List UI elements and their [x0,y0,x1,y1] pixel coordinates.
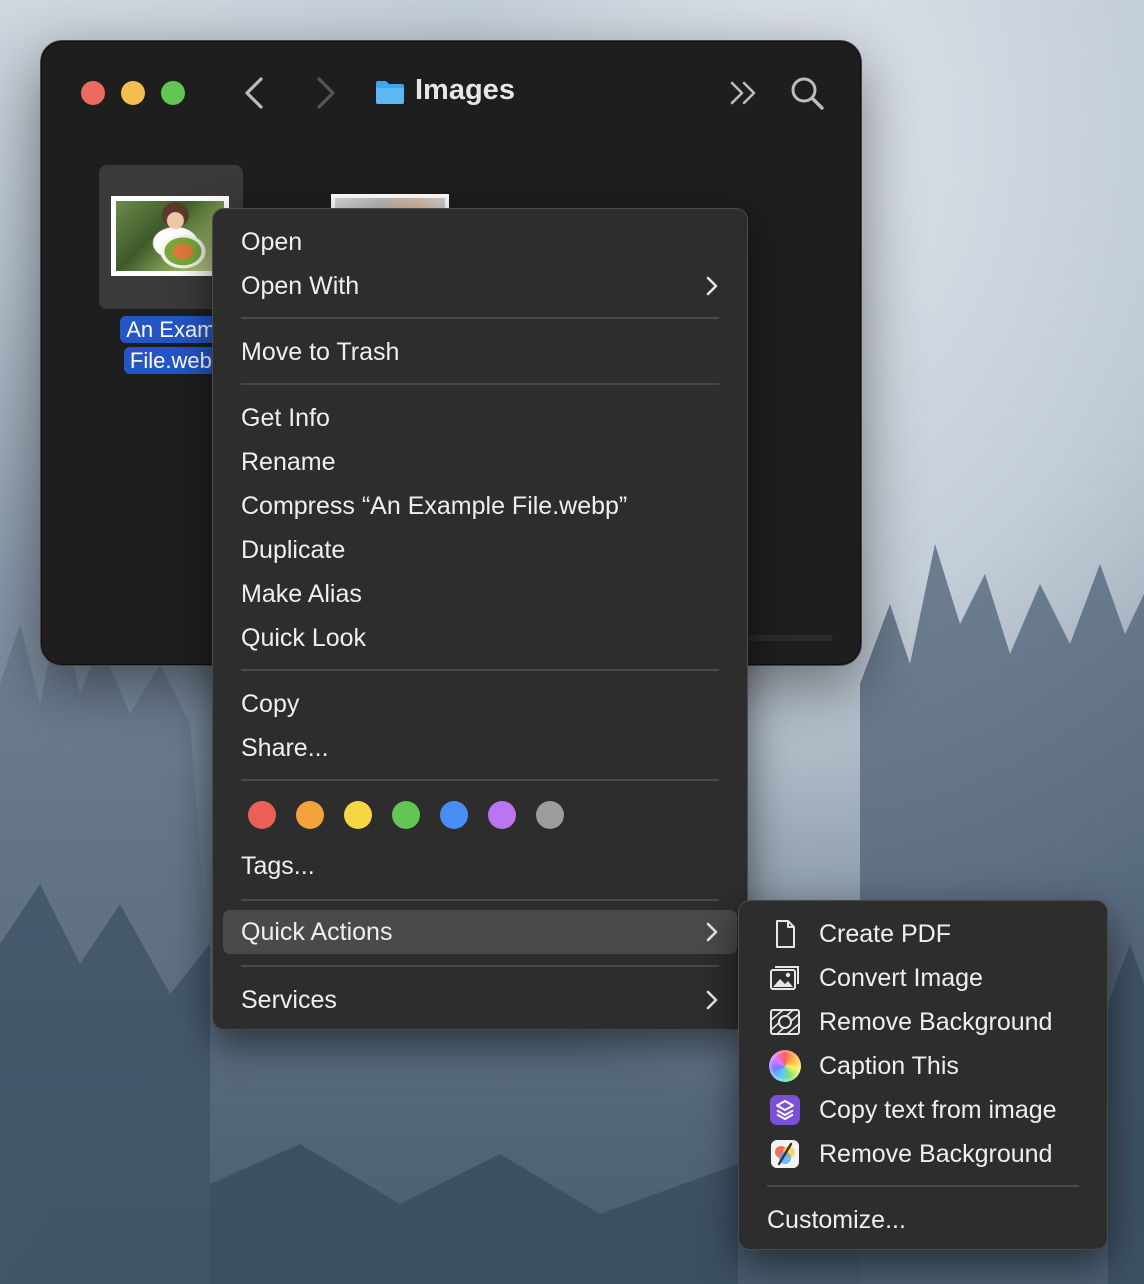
close-window-button[interactable] [81,81,105,105]
menu-item-label: Services [241,986,337,1014]
menu-item-open[interactable]: Open [241,220,719,264]
remove-background-icon [770,1009,800,1035]
chevron-right-icon [706,922,718,942]
menu-separator [241,899,719,901]
menu-item-get-info[interactable]: Get Info [241,396,719,440]
menu-item-tags[interactable]: Tags... [241,844,719,888]
menu-item-quick-actions[interactable]: Quick Actions [223,910,737,954]
quick-action-remove-background[interactable]: Remove Background [767,1000,1087,1044]
chevron-right-icon [706,276,718,296]
minimize-window-button[interactable] [121,81,145,105]
file-context-menu: Open Open With Move to Trash Get Info Re… [212,208,748,1030]
tag-green[interactable] [392,801,420,829]
menu-separator [241,779,719,781]
color-wheel-icon [769,1050,801,1082]
zoom-window-button[interactable] [161,81,185,105]
menu-item-copy[interactable]: Copy [241,682,719,726]
menu-item-open-with[interactable]: Open With [241,264,719,308]
quick-actions-customize[interactable]: Customize... [767,1198,1087,1242]
toolbar-overflow-icon[interactable] [727,77,761,109]
tag-red[interactable] [248,801,276,829]
shortcuts-icon [770,1095,800,1125]
menu-item-make-alias[interactable]: Make Alias [241,572,719,616]
tag-blue[interactable] [440,801,468,829]
menu-item-quick-look[interactable]: Quick Look [241,616,719,660]
tag-orange[interactable] [296,801,324,829]
window-title: Images [415,74,515,106]
menu-separator [767,1185,1079,1187]
folder-icon [376,81,404,104]
quick-action-label: Caption This [819,1052,959,1080]
menu-item-duplicate[interactable]: Duplicate [241,528,719,572]
quick-action-remove-background-pixelmator[interactable]: Remove Background [767,1132,1087,1176]
tag-purple[interactable] [488,801,516,829]
chevron-right-icon [317,77,335,109]
chevron-right-icon [706,990,718,1010]
search-icon[interactable] [789,75,825,111]
menu-separator [241,383,719,385]
tag-yellow[interactable] [344,801,372,829]
quick-action-convert-image[interactable]: Convert Image [767,956,1087,1000]
chevron-left-icon [245,77,263,109]
menu-item-move-to-trash[interactable]: Move to Trash [241,330,719,374]
menu-item-rename[interactable]: Rename [241,440,719,484]
forward-button[interactable] [307,73,343,113]
convert-image-icon [770,966,799,990]
horizontal-scrollbar[interactable] [741,635,833,641]
menu-separator [241,317,719,319]
pixelmator-icon [771,1140,799,1168]
document-icon [776,920,795,948]
quick-action-label: Remove Background [819,1140,1053,1168]
menu-item-label: Quick Actions [241,918,393,946]
menu-separator [241,669,719,671]
menu-item-compress[interactable]: Compress “An Example File.webp” [241,484,719,528]
quick-action-create-pdf[interactable]: Create PDF [767,912,1087,956]
quick-actions-submenu: Create PDF Convert Image Remove Backgrou… [738,900,1108,1250]
quick-action-label: Convert Image [819,964,983,992]
back-button[interactable] [237,73,273,113]
quick-action-label: Copy text from image [819,1096,1057,1124]
tag-gray[interactable] [536,801,564,829]
menu-item-services[interactable]: Services [241,978,719,1022]
quick-action-copy-text-from-image[interactable]: Copy text from image [767,1088,1087,1132]
menu-item-share[interactable]: Share... [241,726,719,770]
quick-action-caption-this[interactable]: Caption This [767,1044,1087,1088]
menu-separator [241,965,719,967]
quick-action-label: Create PDF [819,920,951,948]
menu-item-label: Open With [241,272,360,300]
quick-action-label: Remove Background [819,1008,1053,1036]
